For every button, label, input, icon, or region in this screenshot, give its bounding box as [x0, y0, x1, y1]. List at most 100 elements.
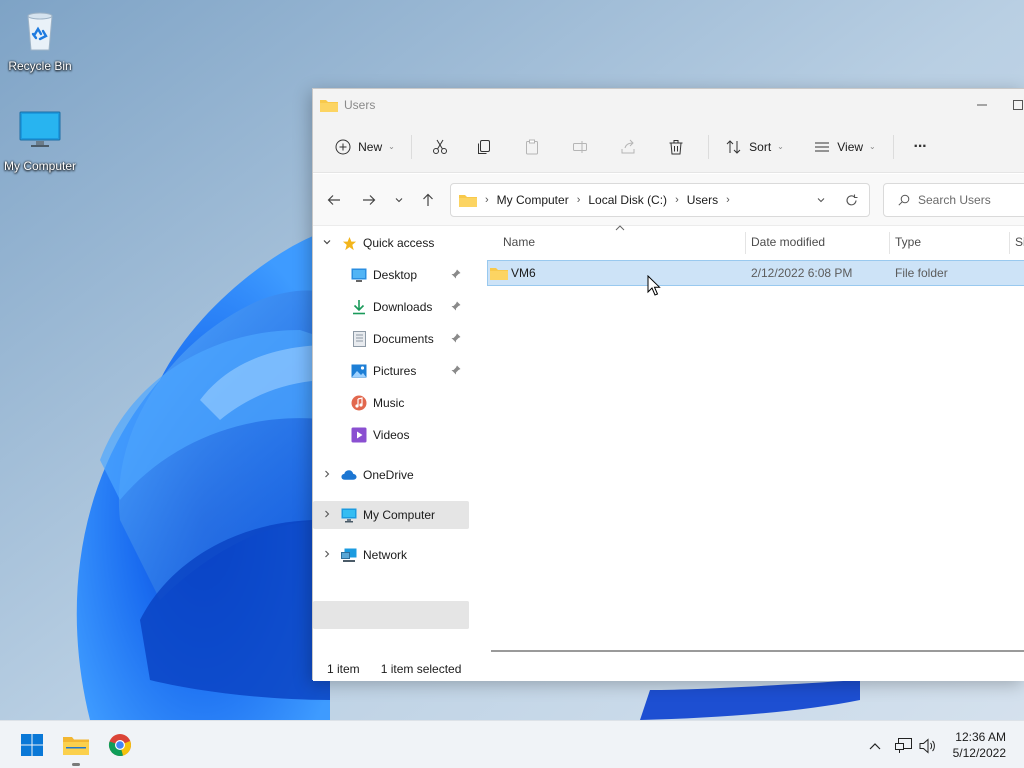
- nav-item-quick-access[interactable]: Quick access: [313, 229, 469, 257]
- selection-count: 1 item selected: [380, 661, 462, 676]
- new-label: New: [358, 139, 383, 154]
- column-divider[interactable]: [1009, 232, 1010, 254]
- forward-button[interactable]: [357, 188, 381, 212]
- breadcrumb-my-computer[interactable]: My Computer: [497, 193, 569, 207]
- minimize-button[interactable]: [959, 89, 1005, 121]
- column-header-label: Type: [895, 235, 922, 249]
- desktop-icon-label: Recycle Bin: [8, 59, 72, 73]
- nav-item-label: Downloads: [373, 300, 433, 314]
- copy-icon: [478, 139, 490, 154]
- start-button[interactable]: [16, 729, 48, 761]
- view-button[interactable]: View ⌄: [805, 129, 885, 165]
- recent-locations-button[interactable]: [387, 188, 411, 212]
- view-label: View: [837, 139, 864, 154]
- horizontal-scrollbar[interactable]: [491, 650, 1024, 652]
- nav-item-onedrive[interactable]: OneDrive: [313, 461, 469, 489]
- breadcrumb-users[interactable]: Users: [687, 193, 718, 207]
- monitor-icon: [341, 507, 357, 523]
- column-header-label: Date modified: [751, 235, 826, 249]
- nav-item-desktop[interactable]: Desktop: [313, 261, 469, 289]
- refresh-button[interactable]: [843, 192, 859, 208]
- cloud-icon: [341, 467, 357, 483]
- nav-item-pictures[interactable]: Pictures: [313, 357, 469, 385]
- refresh-icon: [845, 194, 857, 205]
- search-box[interactable]: [883, 183, 1024, 217]
- toolbar-divider: [893, 134, 894, 159]
- documents-icon: [351, 331, 367, 347]
- pin-icon: [451, 333, 461, 346]
- nav-item-downloads[interactable]: Downloads: [313, 293, 469, 321]
- more-icon: ···: [913, 137, 928, 155]
- address-history-button[interactable]: [813, 192, 829, 208]
- running-indicator: [72, 763, 80, 766]
- file-explorer-taskbar-button[interactable]: [60, 729, 92, 766]
- chevron-down-icon: ⌄: [869, 142, 876, 151]
- show-hidden-icons-button[interactable]: [866, 737, 884, 755]
- mouse-cursor-icon: [647, 275, 661, 296]
- nav-item-label: Pictures: [373, 364, 417, 378]
- maximize-icon: [1013, 100, 1023, 110]
- folder-icon: [490, 268, 508, 280]
- folder-icon: [320, 100, 338, 112]
- nav-item-documents[interactable]: Documents: [313, 325, 469, 353]
- more-options-button[interactable]: ···: [902, 129, 938, 165]
- pin-icon: [451, 269, 461, 282]
- file-explorer-icon: [63, 737, 89, 755]
- nav-item-network[interactable]: Network: [313, 541, 469, 569]
- file-row-vm6[interactable]: VM6 2/12/2022 6:08 PM File folder: [487, 260, 1024, 286]
- paste-button[interactable]: [508, 129, 556, 165]
- file-explorer-window: Users New ⌄ Sort ⌄ View ⌄ ··· › My Compu…: [312, 88, 1024, 681]
- copy-button[interactable]: [460, 129, 508, 165]
- column-header-size[interactable]: Si: [1015, 226, 1024, 258]
- share-button[interactable]: [604, 129, 652, 165]
- address-bar[interactable]: › My Computer › Local Disk (C:) › Users …: [450, 183, 870, 217]
- nav-item-my-computer[interactable]: [313, 601, 469, 629]
- chevron-down-icon[interactable]: [319, 237, 335, 250]
- delete-button[interactable]: [652, 129, 700, 165]
- column-header-date-modified[interactable]: Date modified: [751, 226, 889, 258]
- new-button[interactable]: New ⌄: [327, 129, 403, 165]
- nav-item-music[interactable]: Music: [313, 389, 469, 417]
- plus-circle-icon: [335, 139, 351, 154]
- chevron-right-icon: ›: [726, 194, 730, 206]
- column-divider[interactable]: [745, 232, 746, 254]
- nav-item-videos[interactable]: Videos: [313, 421, 469, 449]
- nav-item-my-computer[interactable]: My Computer: [313, 501, 469, 529]
- sort-icon: [726, 139, 741, 154]
- arrow-left-icon: [327, 195, 340, 205]
- chevron-right-icon[interactable]: [319, 509, 335, 522]
- status-bar: 1 item 1 item selected: [313, 656, 1024, 681]
- chevron-up-icon: [869, 743, 881, 750]
- column-header-type[interactable]: Type: [895, 226, 1007, 258]
- back-button[interactable]: [322, 188, 346, 212]
- sort-button[interactable]: Sort ⌄: [717, 129, 793, 165]
- up-button[interactable]: [416, 188, 440, 212]
- search-icon: [898, 194, 910, 206]
- column-header-label: Name: [503, 235, 536, 249]
- title-bar[interactable]: Users: [313, 89, 1024, 121]
- clock-time: 12:36 AM: [955, 730, 1006, 744]
- recycle-bin-icon: [27, 12, 53, 51]
- cut-button[interactable]: [420, 129, 460, 165]
- start-icon: [21, 734, 43, 756]
- search-input[interactable]: [918, 193, 1024, 207]
- volume-tray-button[interactable]: [918, 736, 938, 756]
- clock[interactable]: 12:36 AM 5/12/2022: [953, 729, 1006, 761]
- desktop-icon-label: My Computer: [3, 159, 77, 173]
- chevron-right-icon[interactable]: [319, 469, 335, 482]
- desktop-icon-recycle-bin[interactable]: Recycle Bin: [0, 6, 80, 73]
- chrome-taskbar-button[interactable]: [104, 729, 136, 761]
- download-icon: [351, 299, 367, 315]
- maximize-button[interactable]: [1005, 89, 1024, 121]
- rename-button[interactable]: [556, 129, 604, 165]
- breadcrumb-local-disk[interactable]: Local Disk (C:): [588, 193, 667, 207]
- navigation-pane: Quick access Desktop Downloads Documents…: [313, 226, 471, 656]
- chevron-right-icon[interactable]: [319, 549, 335, 562]
- column-header-name[interactable]: Name: [503, 226, 743, 258]
- desktop-icon-my-computer[interactable]: My Computer: [0, 106, 80, 173]
- network-tray-button[interactable]: [894, 736, 914, 756]
- rename-icon: [573, 140, 587, 153]
- chevron-right-icon: ›: [675, 194, 679, 206]
- chrome-icon: [108, 734, 131, 757]
- column-divider[interactable]: [889, 232, 890, 254]
